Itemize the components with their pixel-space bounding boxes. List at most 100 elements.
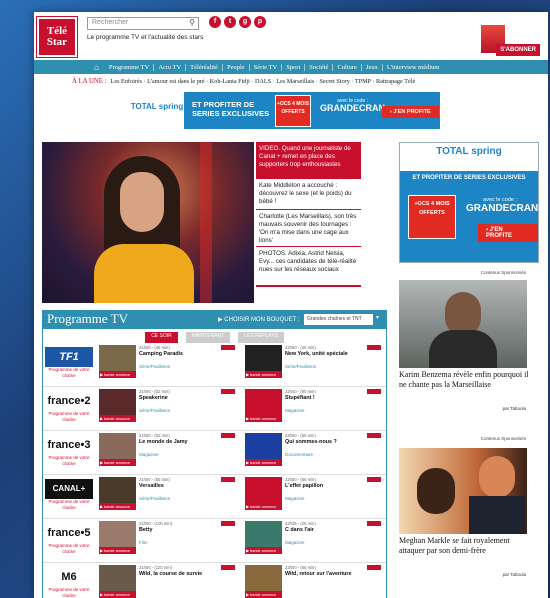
programme-title[interactable]: Speakerine	[139, 395, 239, 401]
channel-programme-link[interactable]: Programme de votre chaîne	[45, 455, 93, 467]
trailer-link[interactable]: ▶ bande annonce	[99, 371, 136, 378]
programme-thumbnail[interactable]	[245, 389, 282, 415]
news-item[interactable]: Kate Middleton a accouché : découvrez le…	[256, 179, 361, 210]
ad-cta-button[interactable]: › J'EN PROFITE	[478, 224, 538, 242]
programme-item[interactable]: ▶ bande annonce 21h00 - (52 min) Le monde …	[99, 433, 239, 473]
programme-thumbnail[interactable]	[245, 477, 282, 503]
channel-logo[interactable]: CANAL+ Programme de votre chaîne	[45, 479, 93, 517]
trailer-link[interactable]: ▶ bande annonce	[245, 459, 282, 466]
programme-title[interactable]: Wild, la course de survie	[139, 571, 239, 577]
taboola-credit[interactable]: par Taboola	[503, 572, 526, 577]
search-input[interactable]: Rechercher ⚲	[87, 17, 199, 30]
trailer-link[interactable]: ▶ bande annonce	[99, 503, 136, 510]
taboola-credit[interactable]: par Taboola	[503, 406, 526, 411]
programme-item[interactable]: ▶ bande annonce 21h00 - (55 min) Versaille…	[99, 477, 239, 517]
programme-thumbnail[interactable]	[99, 477, 136, 503]
programme-item[interactable]: ▶ bande annonce 23h00 - (55 min) Qui somme…	[245, 433, 385, 473]
programme-thumbnail[interactable]	[99, 389, 136, 415]
programme-title[interactable]: Wild, retour sur l'aventure	[285, 571, 385, 577]
subscribe-block[interactable]: S'ABONNER	[480, 24, 540, 56]
sidebar-ad[interactable]: TOTAL spring ET PROFITER DE SERIES EXCLU…	[399, 142, 539, 263]
programme-item[interactable]: ▶ bande annonce 22h50 - (45 min) New York,…	[245, 345, 385, 385]
programme-thumbnail[interactable]	[245, 521, 282, 547]
tab-ce-soir[interactable]: CE SOIR	[145, 332, 178, 343]
pinterest-icon[interactable]: p	[254, 16, 266, 28]
programme-title[interactable]: Stupéfiant !	[285, 395, 385, 401]
channel-programme-link[interactable]: Programme de votre chaîne	[45, 367, 93, 379]
nav-item[interactable]: L'interview médium	[383, 64, 444, 71]
news-item[interactable]: PHOTOS. Adixia, Astrid Nelsia, Evy... ce…	[256, 247, 361, 287]
programme-title[interactable]: Programme TV	[47, 311, 128, 327]
chevron-down-icon[interactable]: ▾	[373, 314, 382, 325]
trailer-link[interactable]: ▶ bande annonce	[99, 591, 136, 598]
alaune-items[interactable]: Les Enfoirés · L'amour est dans le pré ·…	[111, 78, 416, 85]
programme-thumbnail[interactable]	[245, 433, 282, 459]
nav-item[interactable]: Sport	[282, 63, 306, 71]
channel-logo[interactable]: france•3 Programme de votre chaîne	[45, 435, 93, 473]
banner-ad[interactable]: TOTAL spring ET PROFITER DE SERIES EXCLU…	[130, 92, 440, 129]
nav-item[interactable]: People	[223, 63, 250, 71]
channel-logo[interactable]: france•2 Programme de votre chaîne	[45, 391, 93, 429]
site-logo[interactable]: Télé Star	[37, 17, 77, 57]
channel-programme-link[interactable]: Programme de votre chaîne	[45, 411, 93, 423]
nav-item[interactable]: Téléréalité	[186, 63, 223, 71]
programme-title[interactable]: Betty	[139, 527, 239, 533]
nav-item[interactable]: Société	[305, 63, 334, 71]
googleplus-icon[interactable]: g	[239, 16, 251, 28]
programme-thumbnail[interactable]	[245, 345, 282, 371]
programme-thumbnail[interactable]	[99, 565, 136, 591]
sponsored-title[interactable]: Karim Benzema révèle enfin pourquoi il n…	[399, 370, 529, 390]
channel-programme-link[interactable]: Programme de votre chaîne	[45, 587, 93, 598]
sponsored-image[interactable]	[399, 448, 527, 534]
channel-programme-link[interactable]: Programme de votre chaîne	[45, 499, 93, 511]
trailer-link[interactable]: ▶ bande annonce	[99, 547, 136, 554]
news-item[interactable]: Charlotte (Les Marseillais), son très ma…	[256, 210, 361, 247]
trailer-link[interactable]: ▶ bande annonce	[245, 503, 282, 510]
trailer-link[interactable]: ▶ bande annonce	[245, 547, 282, 554]
trailer-link[interactable]: ▶ bande annonce	[245, 371, 282, 378]
channel-logo[interactable]: TF1 Programme de votre chaîne	[45, 347, 93, 385]
trailer-link[interactable]: ▶ bande annonce	[99, 459, 136, 466]
programme-title[interactable]: Le monde de Jamy	[139, 439, 239, 445]
programme-thumbnail[interactable]	[99, 433, 136, 459]
sponsored-title[interactable]: Meghan Markle se fait royalement attaque…	[399, 536, 529, 556]
trailer-link[interactable]: ▶ bande annonce	[99, 415, 136, 422]
twitter-icon[interactable]: t	[224, 16, 236, 28]
nav-item[interactable]: Culture	[333, 63, 362, 71]
search-icon[interactable]: ⚲	[189, 18, 195, 27]
trailer-link[interactable]: ▶ bande annonce	[245, 591, 282, 598]
programme-item[interactable]: ▶ bande annonce 21h00 - (52 min) Speakerin…	[99, 389, 239, 429]
facebook-icon[interactable]: f	[209, 16, 221, 28]
nav-item[interactable]: Série TV	[250, 63, 283, 71]
bouquet-select[interactable]: ▾ Grandes chaînes et TNT	[304, 314, 382, 325]
programme-title[interactable]: Versailles	[139, 483, 239, 489]
programme-title[interactable]: C dans l'air	[285, 527, 385, 533]
programme-thumbnail[interactable]	[99, 345, 136, 371]
ad-cta-button[interactable]: › J'EN PROFITE	[382, 106, 439, 118]
programme-thumbnail[interactable]	[99, 521, 136, 547]
programme-thumbnail[interactable]	[245, 565, 282, 591]
channel-logo[interactable]: M6 Programme de votre chaîne	[45, 567, 93, 598]
programme-item[interactable]: ▶ bande annonce 22h40 - (90 min) Stupéfian…	[245, 389, 385, 429]
programme-item[interactable]: ▶ bande annonce 21h00 - (100 min) Betty Fil…	[99, 521, 239, 561]
nav-item[interactable]: Programme TV	[105, 63, 155, 71]
nav-item[interactable]: Actu TV	[154, 63, 187, 71]
programme-item[interactable]: ▶ bande annonce 23h00 - (55 min) Wild, ret…	[245, 565, 385, 598]
trailer-link[interactable]: ▶ bande annonce	[245, 415, 282, 422]
channel-logo[interactable]: france•5 Programme de votre chaîne	[45, 523, 93, 561]
home-icon[interactable]: ⌂	[94, 63, 99, 72]
programme-item[interactable]: ▶ bande annonce 21h00 - (120 min) Wild, la…	[99, 565, 239, 598]
hero-image[interactable]	[42, 142, 254, 303]
programme-title[interactable]: L'effet papillon	[285, 483, 385, 489]
programme-item[interactable]: ▶ bande annonce 22h50 - (55 min) L'effet p…	[245, 477, 385, 517]
programme-title[interactable]: New York, unité spéciale	[285, 351, 385, 357]
channel-programme-link[interactable]: Programme de votre chaîne	[45, 543, 93, 555]
programme-item[interactable]: ▶ bande annonce 21h00 - (45 min) Camping P…	[99, 345, 239, 385]
subscribe-button[interactable]: S'ABONNER	[496, 44, 540, 56]
programme-title[interactable]: Qui sommes-nous ?	[285, 439, 385, 445]
tab-replays[interactable]: LES REPLAYS	[238, 332, 284, 343]
sponsored-image[interactable]	[399, 280, 527, 368]
programme-title[interactable]: Camping Paradis	[139, 351, 239, 357]
nav-item[interactable]: Jeux	[362, 63, 383, 71]
tab-maintenant[interactable]: MAINTENANT	[185, 332, 231, 343]
